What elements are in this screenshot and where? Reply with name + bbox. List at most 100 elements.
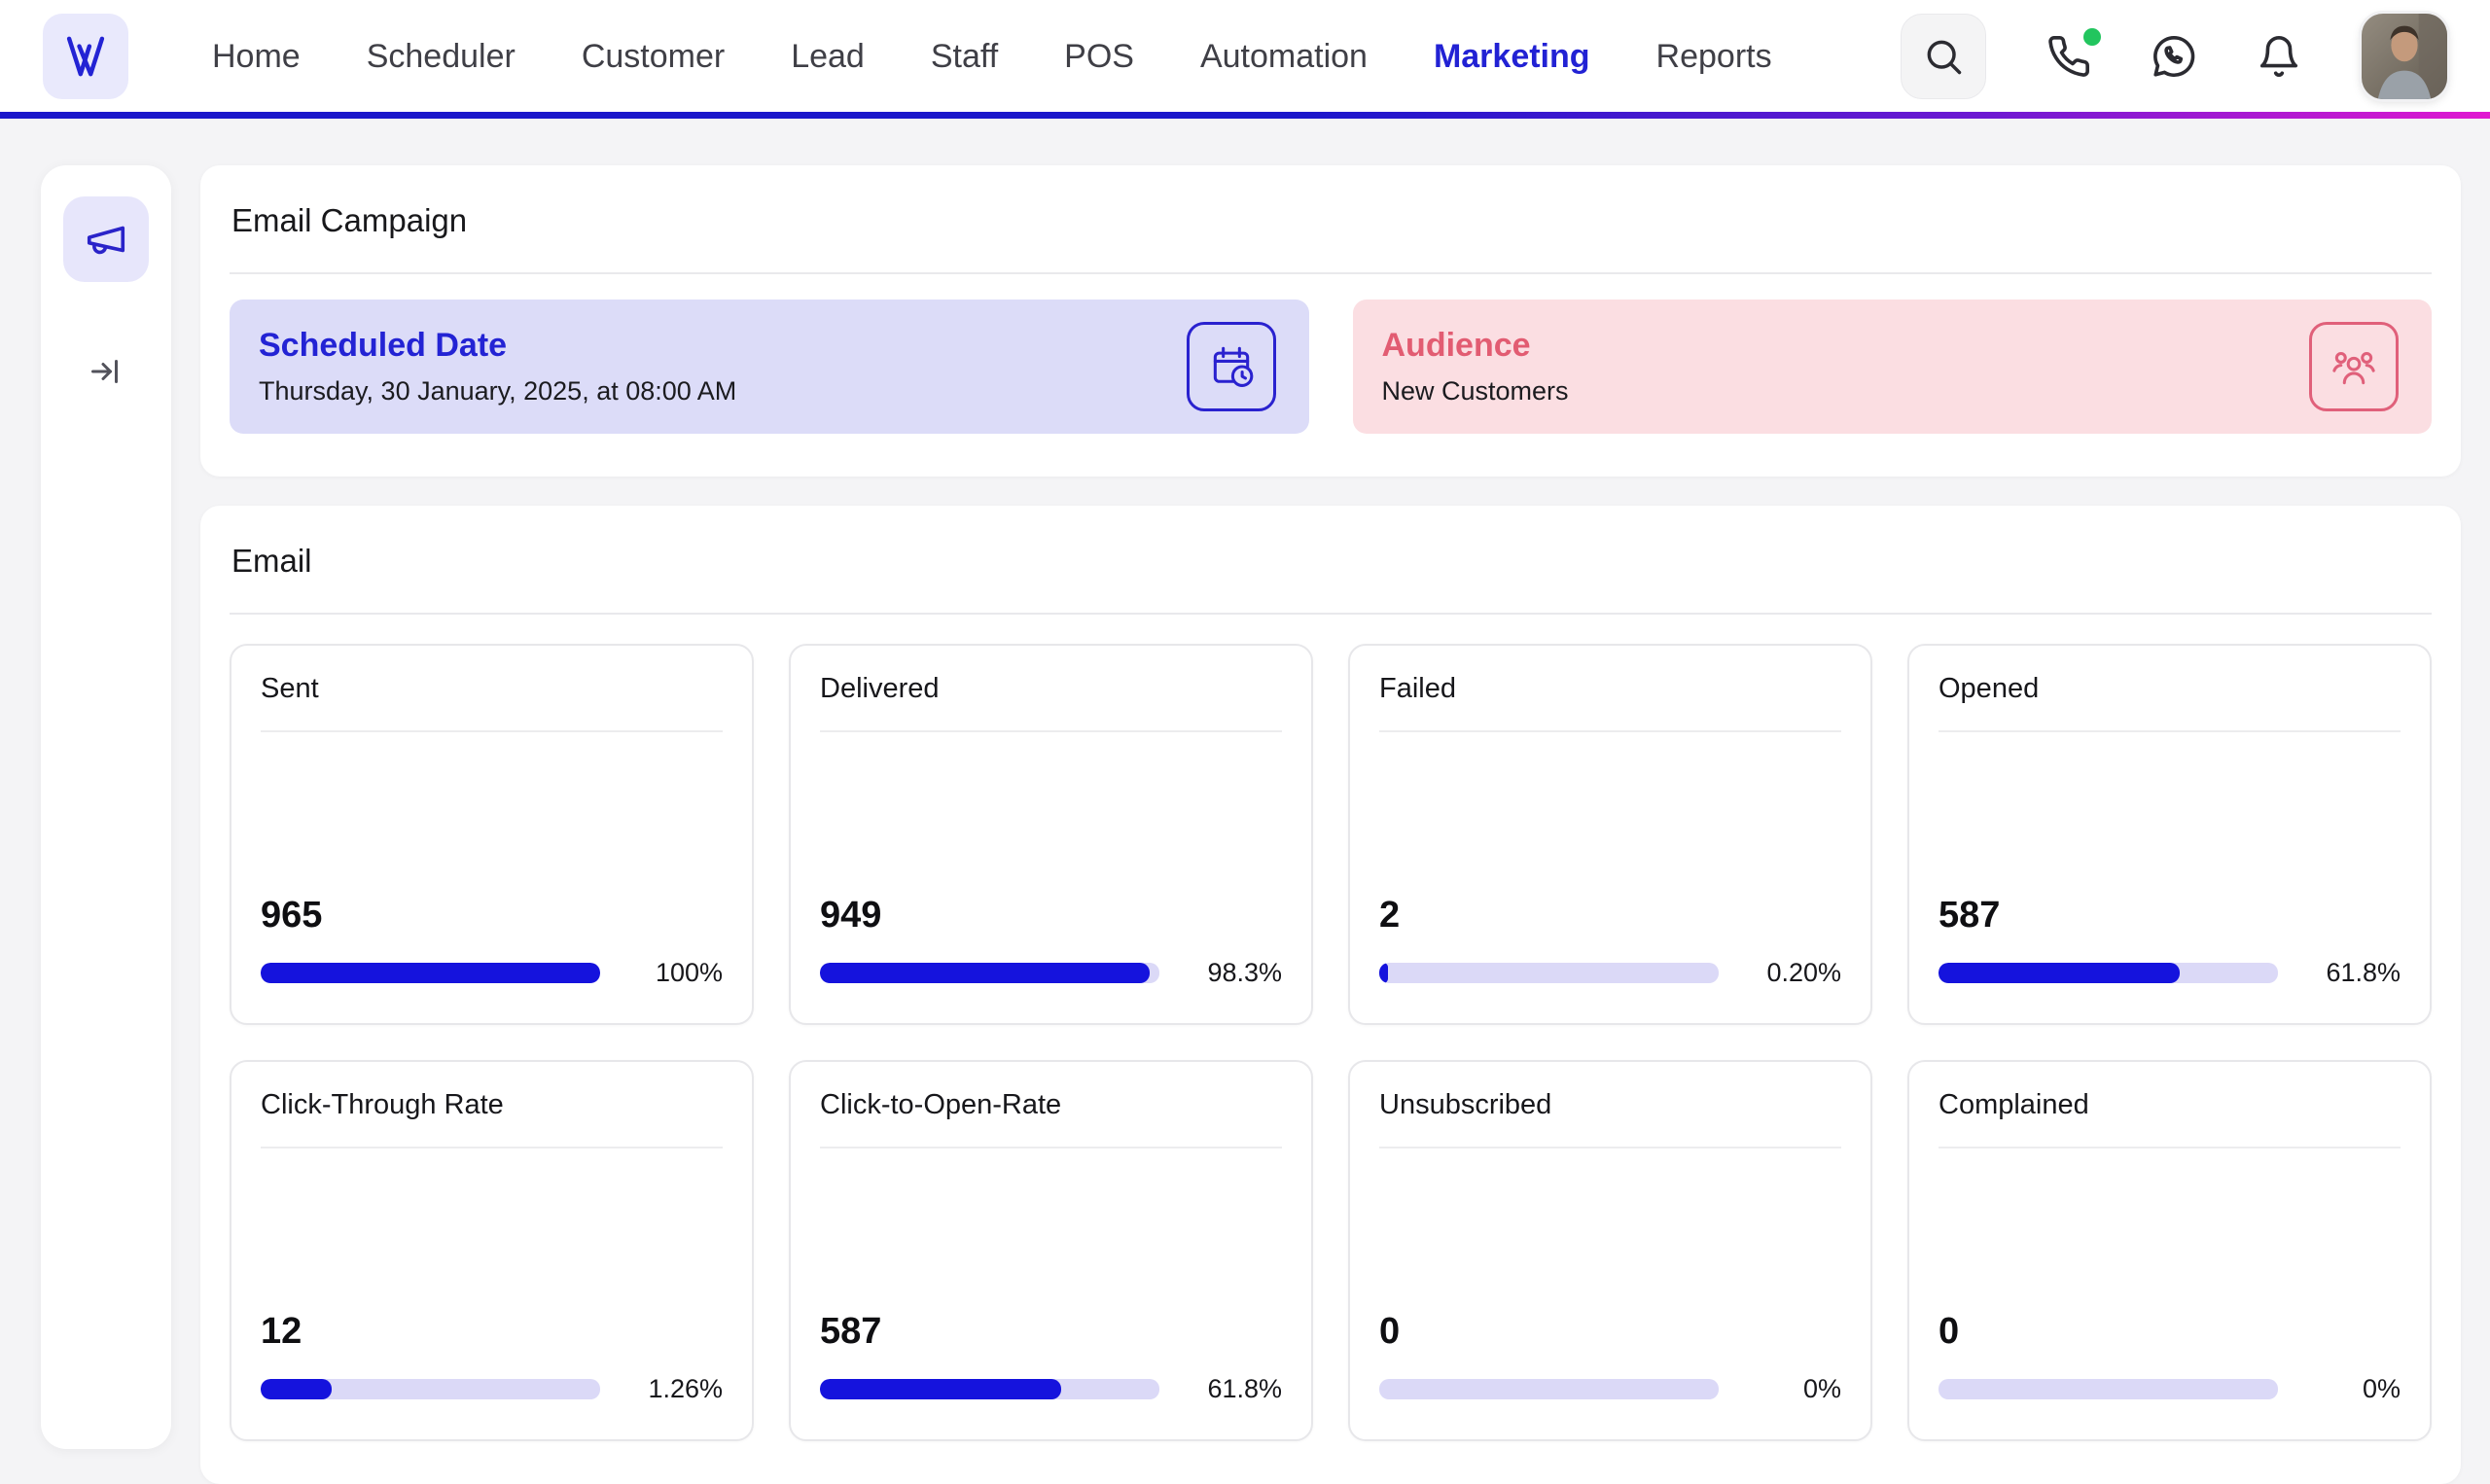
phone-button[interactable] [2046, 28, 2101, 79]
scheduled-date-card: Scheduled Date Thursday, 30 January, 202… [230, 300, 1309, 434]
sidebar-item-campaigns[interactable] [63, 196, 149, 282]
metric-value: 949 [820, 895, 882, 936]
metric-card-unsubscribed: Unsubscribed 0 0% [1348, 1060, 1872, 1441]
metric-percent-label: 61.8% [1207, 1374, 1282, 1403]
nav-links: Home Scheduler Customer Lead Staff POS Automat… [212, 38, 1772, 76]
progress-bar-fill [1379, 963, 1388, 983]
progress-bar-track [820, 963, 1159, 983]
metric-bar-row: 61.8% [1939, 958, 2401, 988]
nav-item-pos[interactable]: POS [1064, 38, 1134, 76]
metric-title: Click-to-Open-Rate [820, 1089, 1062, 1120]
left-sidebar [41, 165, 171, 1449]
progress-bar-track [1379, 1379, 1719, 1399]
progress-bar-track [1379, 963, 1719, 983]
progress-bar-fill [820, 1379, 1061, 1399]
search-icon [1927, 40, 1962, 75]
metric-percent-label: 98.3% [1207, 958, 1282, 987]
campaign-cards: Scheduled Date Thursday, 30 January, 202… [230, 300, 2432, 434]
scheduled-date-label: Scheduled Date [259, 327, 508, 364]
metric-card-delivered: Delivered 949 98.3% [789, 644, 1313, 1025]
nav-gradient-underline [0, 112, 2490, 119]
progress-bar-fill [261, 963, 600, 983]
nav-item-scheduler[interactable]: Scheduler [367, 38, 516, 76]
metric-percent-label: 0% [2362, 1374, 2401, 1403]
metric-value: 0 [1939, 1311, 1960, 1352]
progress-bar-track [820, 1379, 1159, 1399]
progress-bar-track [261, 963, 600, 983]
nav-item-automation[interactable]: Automation [1200, 38, 1368, 76]
phone-online-status-dot [2083, 28, 2101, 46]
metric-bar-row: 61.8% [820, 1374, 1282, 1404]
metric-bar-row: 100% [261, 958, 723, 988]
email-campaign-title: Email Campaign [231, 202, 468, 238]
main-content: Email Campaign Scheduled Date Thursday, … [200, 165, 2461, 1484]
scheduled-date-value: Thursday, 30 January, 2025, at 08:00 AM [259, 376, 737, 406]
metric-bar-row: 1.26% [261, 1374, 723, 1404]
audience-label: Audience [1381, 327, 1531, 364]
nav-item-reports[interactable]: Reports [1656, 38, 1772, 76]
metric-percent-label: 0.20% [1766, 958, 1841, 987]
nav-item-marketing[interactable]: Marketing [1434, 38, 1590, 76]
scheduled-date-icon-button[interactable] [1186, 322, 1276, 411]
metric-spacer [820, 1148, 1282, 1311]
megaphone-icon [87, 226, 125, 255]
progress-bar-fill [820, 963, 1150, 983]
metric-spacer [261, 732, 723, 895]
progress-bar-track [1939, 1379, 2278, 1399]
whatsapp-button[interactable] [2152, 34, 2196, 79]
nav-item-customer[interactable]: Customer [582, 38, 725, 76]
section-divider [230, 272, 2432, 274]
metric-value: 2 [1379, 895, 1401, 936]
metric-card-click-through-rate: Click-Through Rate 12 1.26% [230, 1060, 754, 1441]
metric-bar-row: 98.3% [820, 958, 1282, 988]
user-photo [2362, 14, 2447, 99]
metric-percent-label: 1.26% [648, 1374, 723, 1403]
arrow-to-right-icon [91, 360, 118, 383]
email-section-title: Email [231, 543, 312, 579]
metric-percent-label: 0% [1802, 1374, 1841, 1403]
metric-bar-row: 0.20% [1379, 958, 1841, 988]
top-navigation-bar: Home Scheduler Customer Lead Staff POS Automat… [0, 0, 2490, 119]
progress-bar-track [261, 1379, 600, 1399]
metric-card-click-to-open-rate: Click-to-Open-Rate 587 61.8% [789, 1060, 1313, 1441]
sidebar-collapse-button[interactable] [63, 329, 149, 414]
metric-value: 587 [1939, 895, 2001, 936]
search-button[interactable] [1901, 14, 1986, 99]
audience-card: Audience New Customers [1352, 300, 2432, 434]
metric-spacer [1939, 732, 2401, 895]
metric-title: Click-Through Rate [261, 1089, 504, 1120]
bell-icon [2259, 36, 2298, 77]
email-metrics-panel: Email Sent 965 100% Delivered 949 98.3% … [200, 506, 2461, 1484]
nav-item-home[interactable]: Home [212, 38, 301, 76]
metric-title: Unsubscribed [1379, 1089, 1552, 1120]
app-logo[interactable] [43, 14, 128, 99]
notifications-button[interactable] [2257, 34, 2301, 79]
metric-value: 0 [1379, 1311, 1401, 1352]
section-divider [230, 613, 2432, 615]
metric-bar-row: 0% [1939, 1374, 2401, 1404]
metric-spacer [820, 732, 1282, 895]
nav-actions [1901, 14, 2447, 99]
audience-value: New Customers [1381, 376, 1569, 406]
metric-percent-label: 61.8% [2326, 958, 2401, 987]
progress-bar-fill [1939, 963, 2180, 983]
users-group-icon [2332, 352, 2375, 385]
metric-value: 12 [261, 1311, 302, 1352]
user-avatar[interactable] [2362, 14, 2447, 99]
metric-value: 965 [261, 895, 323, 936]
metric-percent-label: 100% [655, 958, 723, 987]
metric-title: Failed [1379, 673, 1456, 704]
metric-bar-row: 0% [1379, 1374, 1841, 1404]
metric-card-complained: Complained 0 0% [1907, 1060, 2432, 1441]
metric-spacer [261, 1148, 723, 1311]
metric-title: Complained [1939, 1089, 2089, 1120]
metric-spacer [1379, 732, 1841, 895]
metrics-grid: Sent 965 100% Delivered 949 98.3% Failed… [230, 644, 2432, 1441]
calendar-clock-icon [1213, 346, 1253, 387]
progress-bar-track [1939, 963, 2278, 983]
email-campaign-panel: Email Campaign Scheduled Date Thursday, … [200, 165, 2461, 477]
audience-icon-button[interactable] [2309, 322, 2399, 411]
metric-title: Sent [261, 673, 319, 704]
nav-item-staff[interactable]: Staff [931, 38, 998, 76]
nav-item-lead[interactable]: Lead [791, 38, 865, 76]
